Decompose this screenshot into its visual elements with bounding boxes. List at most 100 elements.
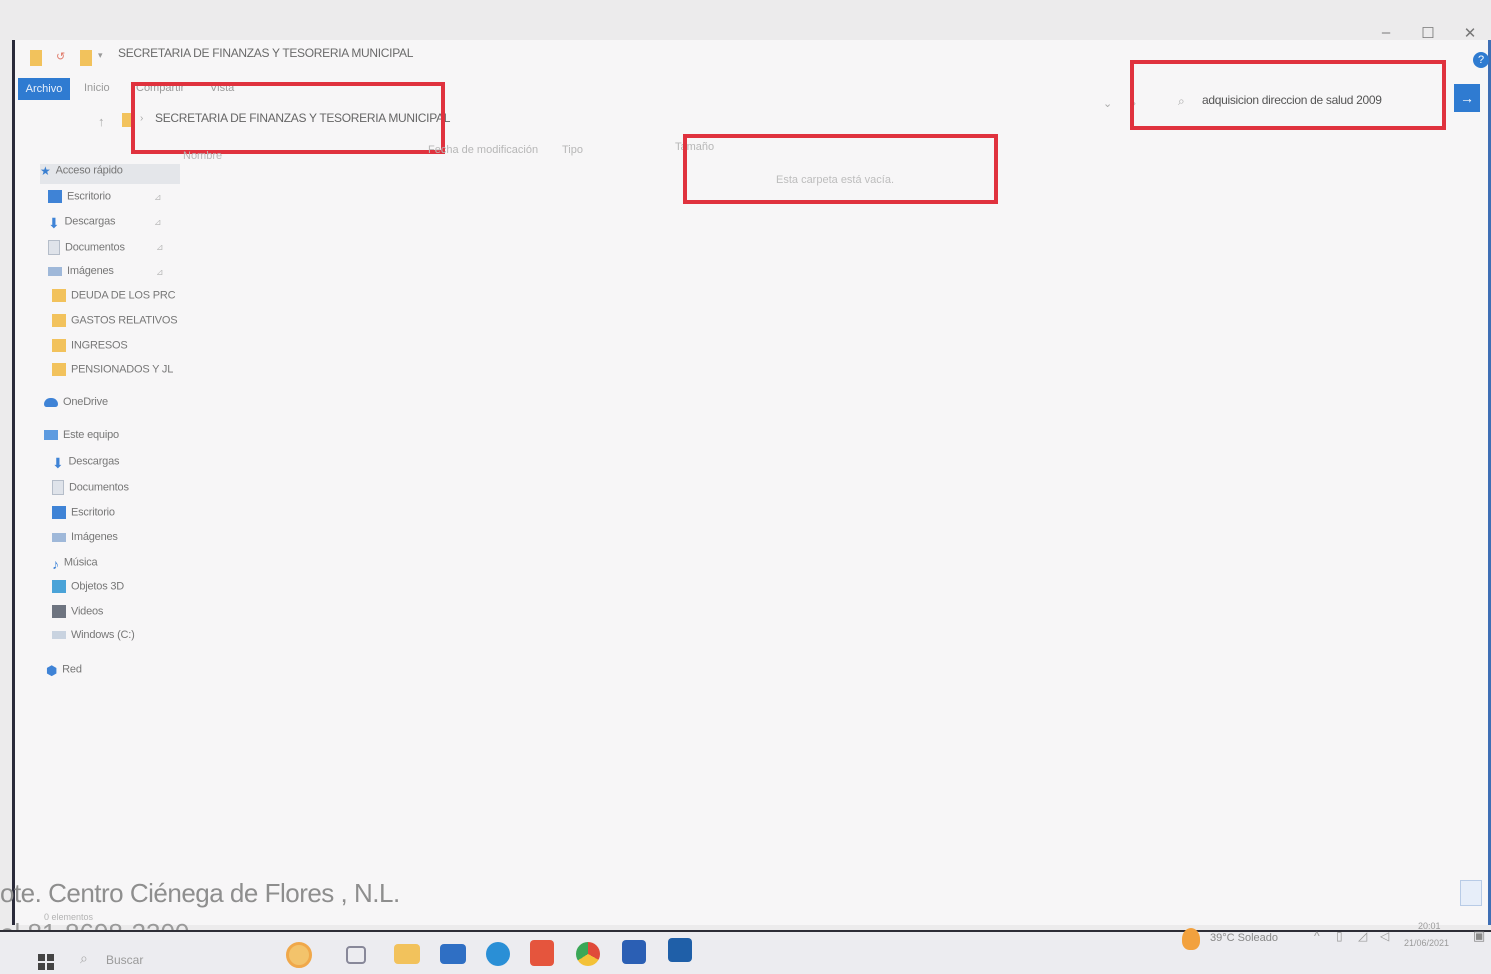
image-icon	[52, 532, 66, 542]
folder-icon	[52, 314, 66, 327]
search-highlight-box	[1130, 60, 1446, 130]
cortana-icon[interactable]	[286, 942, 312, 968]
help-icon[interactable]: ?	[1473, 52, 1489, 68]
chevron-down-icon[interactable]: ⌄	[1103, 97, 1112, 110]
office-icon[interactable]	[530, 940, 554, 966]
download-icon: ⬇	[48, 215, 60, 231]
network-tray-icon[interactable]: ◿	[1358, 929, 1367, 943]
nav-label: Red	[62, 663, 82, 676]
empty-message-highlight-box	[683, 134, 998, 204]
nav-pc-imagenes[interactable]: Imágenes	[52, 531, 118, 551]
volume-icon[interactable]: ◁	[1380, 929, 1389, 943]
nav-item-pensionados[interactable]: PENSIONADOS Y JL	[52, 363, 173, 383]
nav-pc-descargas[interactable]: ⬇ Descargas	[52, 455, 120, 475]
pin-icon: ⊿	[156, 242, 164, 252]
column-header-name[interactable]: Nombre	[183, 150, 222, 162]
maximize-button[interactable]: ☐	[1417, 24, 1439, 42]
search-go-button[interactable]: →	[1454, 84, 1480, 112]
store-icon[interactable]	[668, 938, 692, 962]
document-icon	[48, 240, 60, 255]
windows-start-icon[interactable]	[38, 954, 54, 970]
minimize-button[interactable]: –	[1375, 24, 1397, 41]
nav-label: Documentos	[65, 241, 125, 254]
nav-label: Escritorio	[71, 506, 115, 519]
details-view-toggle[interactable]	[1460, 880, 1482, 906]
nav-item-descargas[interactable]: ⬇ Descargas ⊿	[48, 215, 162, 235]
nav-label: Documentos	[69, 481, 129, 494]
letterhead-address: ote. Centro Ciénega de Flores , N.L.	[0, 878, 400, 908]
taskbar-search-input[interactable]: Buscar	[106, 953, 143, 967]
nav-pc-objetos-3d[interactable]: Objetos 3D	[52, 580, 124, 600]
nav-quick-access[interactable]: ★ Acceso rápido	[40, 164, 180, 184]
network-icon: ⬢	[46, 663, 58, 678]
battery-icon[interactable]: ▯	[1336, 929, 1343, 943]
nav-item-documentos[interactable]: Documentos ⊿	[48, 240, 164, 260]
chevron-up-icon[interactable]: ^	[1314, 929, 1320, 943]
address-highlight-box	[131, 82, 445, 154]
mail-icon[interactable]	[440, 944, 466, 964]
drive-icon	[52, 631, 66, 640]
close-button[interactable]: ✕	[1459, 24, 1481, 42]
nav-label: Imágenes	[67, 265, 114, 278]
nav-label: Videos	[71, 605, 104, 618]
desktop-icon	[48, 190, 62, 203]
nav-item-escritorio[interactable]: Escritorio ⊿	[48, 190, 162, 210]
weather-icon[interactable]	[1182, 928, 1200, 950]
window-title: SECRETARIA DE FINANZAS Y TESORERIA MUNIC…	[118, 46, 414, 60]
pin-icon: ⊿	[156, 267, 164, 277]
music-icon: ♪	[52, 556, 59, 572]
nav-label: Descargas	[64, 215, 116, 228]
cloud-icon	[44, 397, 58, 407]
up-arrow-icon[interactable]: ↑	[98, 114, 105, 129]
nav-label: Escritorio	[67, 190, 111, 203]
nav-onedrive[interactable]: OneDrive	[44, 396, 108, 416]
taskbar-search-icon[interactable]: ⌕	[80, 950, 88, 967]
document-icon	[52, 480, 64, 495]
clock-date[interactable]: 21/06/2021	[1404, 938, 1449, 948]
word-icon[interactable]	[622, 940, 646, 964]
nav-item-deuda[interactable]: DEUDA DE LOS PRC	[52, 289, 176, 309]
file-explorer-icon[interactable]	[394, 944, 420, 964]
pin-icon: ⊿	[154, 217, 162, 227]
nav-item-gastos[interactable]: GASTOS RELATIVOS	[52, 314, 178, 334]
nav-label: INGRESOS	[71, 339, 128, 352]
column-header-date[interactable]: Fecha de modificación	[428, 144, 538, 156]
star-icon: ★	[40, 164, 51, 178]
nav-label: Descargas	[68, 455, 120, 468]
image-icon	[48, 266, 62, 276]
nav-label: Objetos 3D	[71, 580, 125, 593]
clock-time[interactable]: 20:01	[1418, 921, 1441, 931]
nav-item-ingresos[interactable]: INGRESOS	[52, 339, 128, 359]
new-folder-icon[interactable]	[80, 50, 92, 66]
nav-label: OneDrive	[63, 396, 108, 409]
task-view-icon[interactable]	[346, 946, 366, 964]
folder-icon	[52, 289, 66, 302]
customize-toolbar-icon[interactable]: ▾	[98, 50, 103, 61]
tab-inicio[interactable]: Inicio	[84, 82, 110, 94]
nav-pc-escritorio[interactable]: Escritorio	[52, 506, 115, 526]
status-item-count: 0 elementos	[44, 912, 94, 922]
nav-label: Windows (C:)	[71, 629, 135, 642]
undo-icon[interactable]: ↺	[56, 50, 65, 63]
nav-network[interactable]: ⬢ Red	[46, 663, 82, 683]
nav-pc-videos[interactable]: Videos	[52, 605, 103, 625]
cube-icon	[52, 580, 66, 593]
tab-archivo[interactable]: Archivo	[18, 78, 70, 100]
nav-pc-windows-c[interactable]: Windows (C:)	[52, 629, 135, 649]
download-icon: ⬇	[52, 455, 64, 471]
nav-item-imagenes[interactable]: Imágenes ⊿	[48, 265, 164, 285]
folder-icon	[52, 339, 66, 352]
notification-icon[interactable]: ▣	[1473, 928, 1485, 944]
column-header-type[interactable]: Tipo	[562, 144, 583, 156]
nav-this-pc[interactable]: Este equipo	[44, 429, 119, 449]
edge-icon[interactable]	[486, 942, 510, 966]
nav-pc-musica[interactable]: ♪ Música	[52, 556, 98, 576]
quick-access-folder-icon[interactable]	[30, 50, 42, 66]
nav-label: Acceso rápido	[55, 164, 123, 177]
nav-label: PENSIONADOS Y JL	[71, 363, 174, 376]
chrome-icon[interactable]	[576, 942, 600, 966]
computer-icon	[44, 430, 58, 441]
weather-text[interactable]: 39°C Soleado	[1210, 932, 1278, 944]
nav-label: Música	[63, 556, 98, 569]
nav-pc-documentos[interactable]: Documentos	[52, 480, 129, 500]
